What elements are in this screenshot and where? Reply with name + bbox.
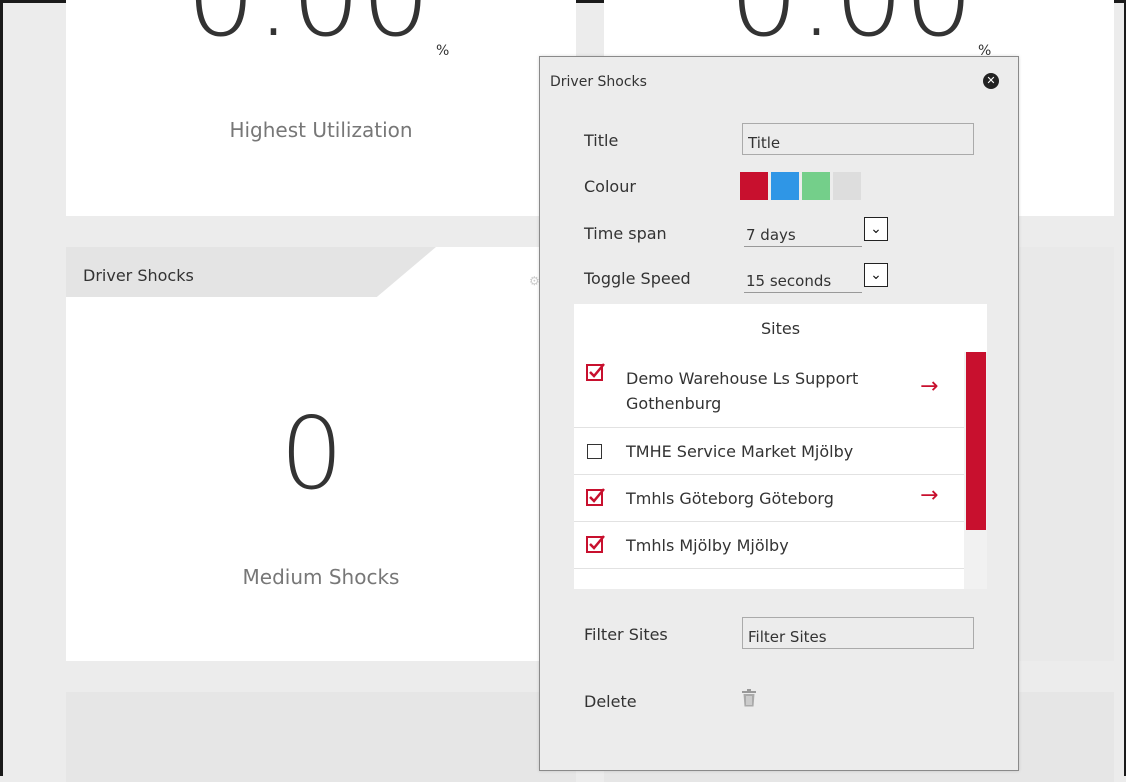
sites-scrollbar-thumb[interactable] — [966, 352, 986, 530]
bottom-left-card — [66, 692, 576, 782]
utilization-value: 0.00 — [186, 0, 431, 52]
filter-sites-input[interactable] — [742, 617, 974, 649]
driver-shocks-card: Driver Shocks ⚙ 0 Medium Shocks — [66, 247, 576, 661]
widget-settings-popup: Driver Shocks ✕ Title Colour Time span 7… — [539, 56, 1019, 771]
title-label: Title — [584, 131, 619, 150]
chevron-down-icon[interactable]: ⌄ — [864, 217, 888, 241]
site-name-line2: Gothenburg — [626, 394, 722, 413]
colour-swatch-red[interactable] — [740, 172, 768, 200]
sites-list: Sites Demo Warehouse Ls Support Gothenbu… — [574, 304, 987, 589]
site-name: TMHE Service Market Mjölby — [626, 442, 854, 461]
checkbox-empty-icon[interactable] — [587, 444, 602, 459]
colour-swatch-blue[interactable] — [771, 172, 799, 200]
delete-label: Delete — [584, 692, 637, 711]
chevron-down-icon[interactable]: ⌄ — [864, 263, 888, 287]
utilization-unit: % — [436, 43, 450, 59]
utilization-caption: Highest Utilization — [229, 118, 413, 142]
checkbox-checked-icon[interactable] — [586, 534, 606, 554]
colour-swatch-grey[interactable] — [833, 172, 861, 200]
arrow-right-icon[interactable]: → — [920, 483, 938, 508]
shocks-value: 0 — [280, 395, 344, 512]
utilization-card: 0.00 % Highest Utilization — [66, 0, 576, 216]
site-name: Demo Warehouse Ls Support Gothenburg — [626, 366, 858, 416]
checkbox-checked-icon[interactable] — [586, 362, 606, 382]
colour-swatch-green[interactable] — [802, 172, 830, 200]
close-icon[interactable]: ✕ — [983, 73, 999, 89]
site-row[interactable]: TMHE Service Market Mjölby — [574, 428, 964, 475]
trash-icon[interactable] — [741, 689, 757, 707]
site-row[interactable]: Tmhls Göteborg Göteborg → — [574, 475, 964, 522]
settings-icon[interactable]: ⚙ — [529, 274, 540, 288]
site-name-line1: Demo Warehouse Ls Support — [626, 369, 859, 388]
toggle-speed-value: 15 seconds — [746, 272, 832, 290]
checkbox-checked-icon[interactable] — [586, 487, 606, 507]
site-row[interactable]: Demo Warehouse Ls Support Gothenburg → — [574, 352, 964, 428]
timespan-label: Time span — [584, 224, 667, 243]
window-frame-left — [0, 0, 3, 776]
site-row[interactable]: Tmhls Mjölby Mjölby — [574, 522, 964, 569]
select-underline — [744, 246, 862, 247]
percent-value: 0.00 — [729, 0, 974, 52]
card-header-title: Driver Shocks — [83, 266, 194, 285]
title-input[interactable] — [742, 123, 974, 155]
colour-label: Colour — [584, 177, 636, 196]
timespan-select[interactable]: 7 days ⌄ — [744, 217, 892, 247]
sites-header: Sites — [760, 319, 801, 338]
filter-sites-label: Filter Sites — [584, 625, 668, 644]
arrow-right-icon[interactable]: → — [920, 374, 938, 399]
site-name: Tmhls Mjölby Mjölby — [626, 536, 789, 555]
toggle-speed-label: Toggle Speed — [584, 269, 691, 288]
select-underline — [744, 292, 862, 293]
shocks-caption: Medium Shocks — [242, 565, 400, 589]
site-name: Tmhls Göteborg Göteborg — [626, 489, 834, 508]
popup-title: Driver Shocks — [550, 74, 647, 90]
timespan-value: 7 days — [746, 226, 796, 244]
toggle-speed-select[interactable]: 15 seconds ⌄ — [744, 263, 892, 293]
